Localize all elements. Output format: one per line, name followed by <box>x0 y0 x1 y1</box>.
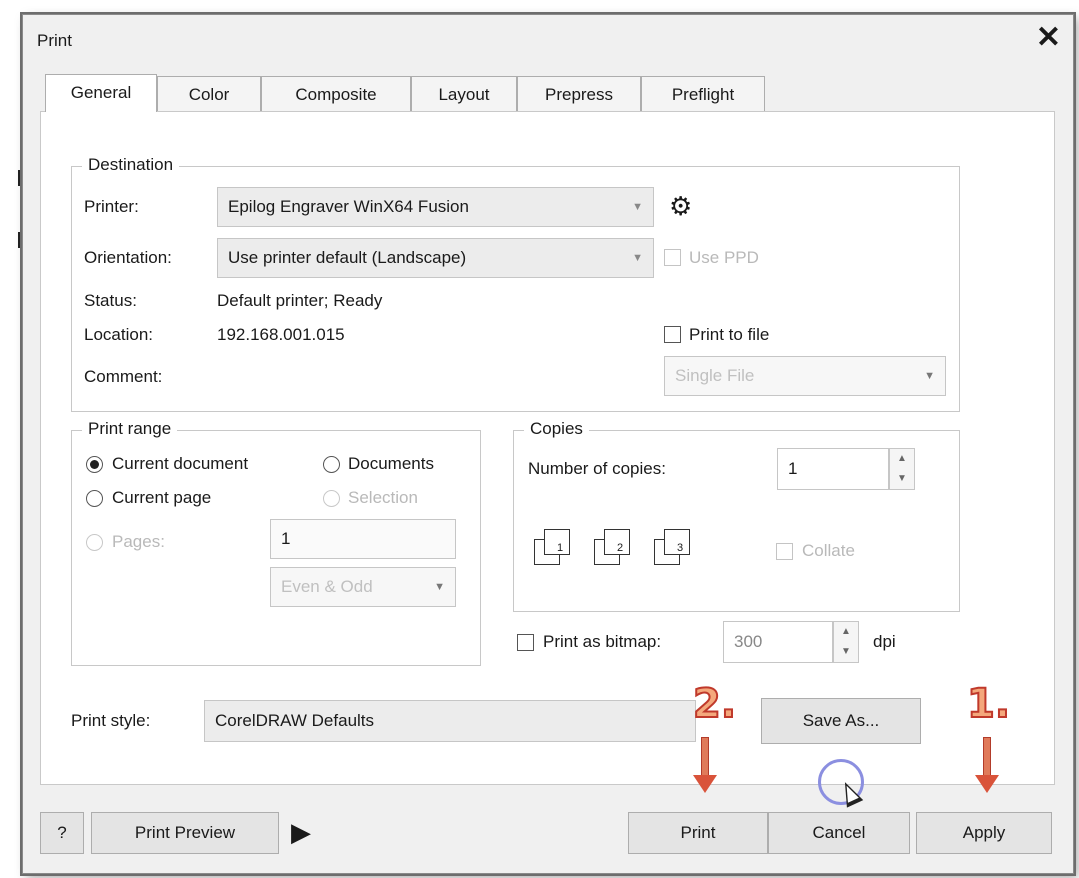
collate-page-icon: 3 <box>664 529 690 555</box>
use-ppd-label: Use PPD <box>689 248 759 267</box>
orientation-value: Use printer default (Landscape) <box>228 248 467 267</box>
location-value: 192.168.001.015 <box>217 325 345 344</box>
orientation-select[interactable]: Use printer default (Landscape) ▼ <box>217 238 654 278</box>
status-value: Default printer; Ready <box>217 291 383 310</box>
help-button[interactable]: ? <box>40 812 84 854</box>
printer-select[interactable]: Epilog Engraver WinX64 Fusion ▼ <box>217 187 654 227</box>
print-style-label: Print style: <box>71 711 151 730</box>
dpi-unit-label: dpi <box>873 632 896 651</box>
destination-title: Destination <box>82 155 180 175</box>
tab-preflight[interactable]: Preflight <box>641 76 765 112</box>
tab-composite[interactable]: Composite <box>261 76 411 112</box>
location-label: Location: <box>84 325 153 344</box>
print-as-bitmap-label: Print as bitmap: <box>543 632 662 651</box>
step-2-annotation: 2. <box>692 680 737 728</box>
pages-radio[interactable] <box>86 534 103 551</box>
even-odd-value: Even & Odd <box>281 577 373 596</box>
dialog-title: Print <box>37 31 72 50</box>
copies-spinner[interactable]: ▲ ▼ <box>889 448 915 490</box>
pages-label: Pages: <box>112 532 165 551</box>
tab-color[interactable]: Color <box>157 76 261 112</box>
destination-group: Destination Printer: Epilog Engraver Win… <box>71 155 960 412</box>
print-range-group: Print range Current document Documents C… <box>71 419 481 666</box>
selection-label: Selection <box>348 488 418 507</box>
save-as-button[interactable]: Save As... <box>761 698 921 744</box>
bitmap-dpi-input[interactable]: 300 <box>723 621 833 663</box>
apply-button[interactable]: Apply <box>916 812 1052 854</box>
single-file-select[interactable]: Single File ▼ <box>664 356 946 396</box>
number-of-copies-input[interactable]: 1 <box>777 448 889 490</box>
printer-value: Epilog Engraver WinX64 Fusion <box>228 197 469 216</box>
pages-input[interactable]: 1 <box>270 519 456 559</box>
selection-radio[interactable] <box>323 490 340 507</box>
tab-layout[interactable]: Layout <box>411 76 517 112</box>
background-edge <box>0 0 22 878</box>
print-range-title: Print range <box>82 419 178 439</box>
current-page-label: Current page <box>112 488 212 507</box>
current-document-radio[interactable] <box>86 456 103 473</box>
collate-page-icon: 1 <box>544 529 570 555</box>
printer-label: Printer: <box>84 197 139 216</box>
chevron-down-icon: ▼ <box>924 370 935 382</box>
expand-preview-icon[interactable]: ▶ <box>291 817 311 848</box>
orientation-label: Orientation: <box>84 248 172 267</box>
step-1-annotation: 1. <box>966 680 1011 728</box>
print-style-select[interactable]: CorelDRAW Defaults <box>204 700 696 742</box>
copies-group: Copies Number of copies: 1 ▲ ▼ 1 2 3 Coll… <box>513 419 960 612</box>
current-document-label: Current document <box>112 454 249 473</box>
status-label: Status: <box>84 291 137 310</box>
single-file-value: Single File <box>675 366 755 385</box>
print-preview-button[interactable]: Print Preview <box>91 812 279 854</box>
gear-icon[interactable]: ⚙ <box>669 193 692 219</box>
chevron-down-icon: ▼ <box>632 252 643 264</box>
print-dialog: Print ✕ General Color Composite Layout P… <box>22 14 1074 874</box>
collate-page-icon: 2 <box>604 529 630 555</box>
comment-label: Comment: <box>84 367 163 386</box>
chevron-down-icon: ▼ <box>434 581 445 593</box>
print-to-file-label: Print to file <box>689 325 770 344</box>
tab-general[interactable]: General <box>45 74 157 112</box>
tab-prepress[interactable]: Prepress <box>517 76 641 112</box>
documents-radio[interactable] <box>323 456 340 473</box>
close-icon[interactable]: ✕ <box>1036 21 1061 55</box>
number-of-copies-label: Number of copies: <box>528 459 666 478</box>
print-button[interactable]: Print <box>628 812 768 854</box>
even-odd-select[interactable]: Even & Odd ▼ <box>270 567 456 607</box>
current-page-radio[interactable] <box>86 490 103 507</box>
cancel-button[interactable]: Cancel <box>768 812 910 854</box>
dpi-spinner[interactable]: ▲ ▼ <box>833 621 859 663</box>
print-as-bitmap-checkbox[interactable] <box>517 634 534 651</box>
print-to-file-checkbox[interactable] <box>664 326 681 343</box>
chevron-down-icon: ▼ <box>632 201 643 213</box>
use-ppd-checkbox[interactable] <box>664 249 681 266</box>
documents-label: Documents <box>348 454 434 473</box>
collate-checkbox[interactable] <box>776 543 793 560</box>
copies-title: Copies <box>524 419 589 439</box>
general-panel: Destination Printer: Epilog Engraver Win… <box>40 111 1055 785</box>
collate-label: Collate <box>802 541 855 560</box>
